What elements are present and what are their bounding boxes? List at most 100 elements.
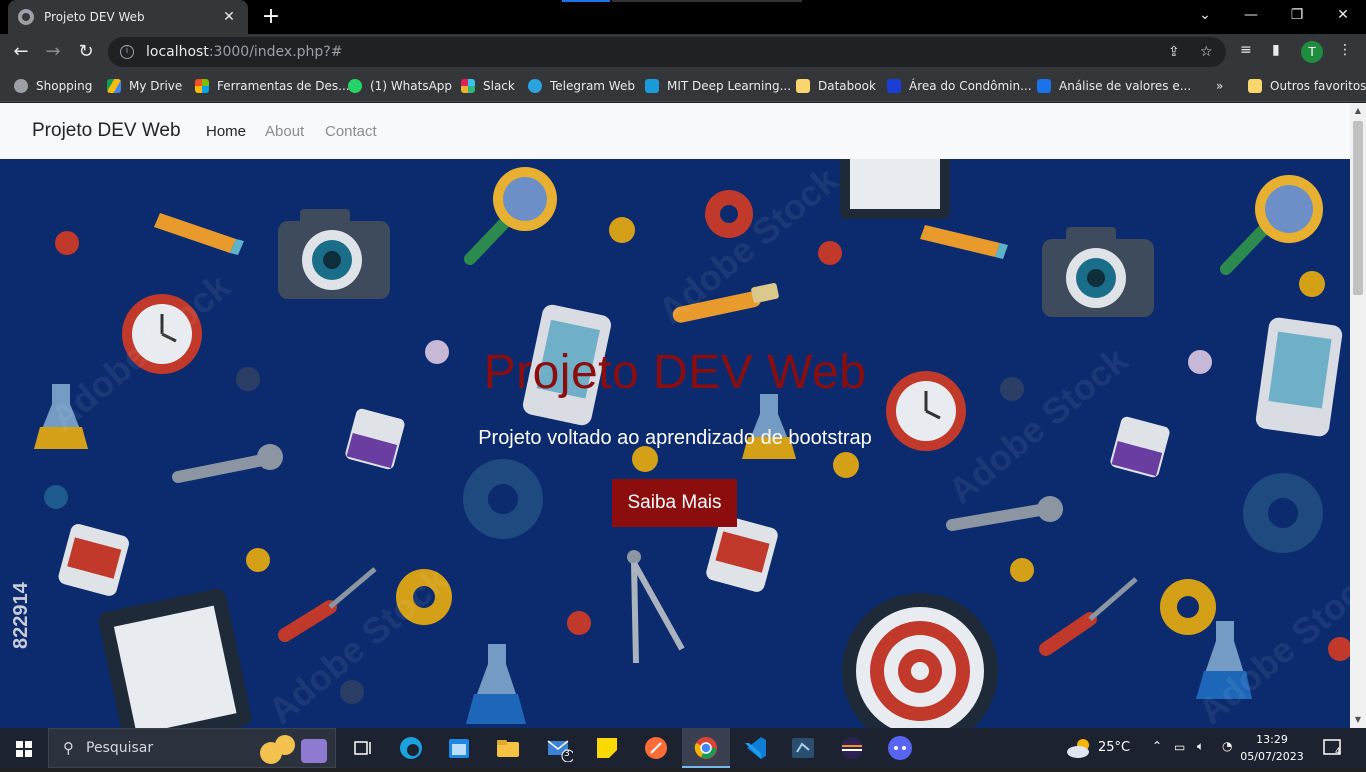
stock-image-id: 822914 bbox=[10, 582, 32, 649]
gear-icon bbox=[1243, 473, 1323, 553]
browser-toolbar: ← → ↻ i localhost:3000/index.php?# ⇪ ☆ ≡… bbox=[0, 34, 1366, 70]
dartboard-icon bbox=[842, 593, 998, 728]
share-icon[interactable]: ⇪ bbox=[1168, 44, 1180, 60]
scroll-up-arrow-icon[interactable]: ▲ bbox=[1350, 103, 1366, 119]
telegram-icon bbox=[528, 79, 542, 93]
url-host: localhost bbox=[146, 44, 209, 60]
wifi-icon[interactable]: ◔ bbox=[1222, 739, 1232, 753]
bookmark-mit-deep-learning[interactable]: MIT Deep Learning... bbox=[645, 77, 791, 95]
camera-icon bbox=[278, 209, 390, 299]
bookmark-shopping[interactable]: Shopping bbox=[14, 77, 92, 95]
search-icon: ⚲ bbox=[63, 739, 74, 757]
scroll-thumb[interactable] bbox=[1353, 121, 1363, 295]
building-icon bbox=[887, 79, 901, 93]
saiba-mais-button[interactable]: Saiba Mais bbox=[612, 479, 737, 527]
tab-search-button[interactable]: ⌄ bbox=[1182, 0, 1228, 30]
bookmark-databook[interactable]: Databook bbox=[796, 77, 876, 95]
taskbar-clock[interactable]: 13:29 05/07/2023 bbox=[1240, 731, 1304, 765]
bookmark-telegram[interactable]: Telegram Web bbox=[528, 77, 635, 95]
search-placeholder: Pesquisar bbox=[86, 740, 154, 756]
notifications-count: 4 bbox=[1335, 747, 1341, 757]
nav-link-home[interactable]: Home bbox=[206, 123, 246, 140]
bookmark-my-drive[interactable]: My Drive bbox=[107, 77, 182, 95]
bookmark-slack[interactable]: Slack bbox=[461, 77, 515, 95]
url-path: :3000/index.php?# bbox=[208, 44, 343, 60]
windows-logo-icon bbox=[16, 741, 32, 757]
sticky-notes-icon[interactable] bbox=[593, 734, 621, 762]
minimize-button[interactable]: — bbox=[1228, 0, 1274, 30]
page-scrollbar[interactable]: ▲ ▼ bbox=[1350, 103, 1366, 728]
screwdriver-icon bbox=[1039, 577, 1138, 656]
navbar-brand[interactable]: Projeto DEV Web bbox=[32, 120, 181, 142]
profile-avatar[interactable]: T bbox=[1301, 41, 1323, 63]
folder-icon bbox=[796, 79, 810, 93]
side-panel-icon[interactable]: ▮ bbox=[1272, 42, 1280, 58]
globe-icon bbox=[18, 9, 34, 25]
eclipse-icon[interactable] bbox=[838, 734, 866, 762]
bookmark-other-favorites[interactable]: Outros favoritos bbox=[1248, 77, 1366, 95]
gear-icon bbox=[463, 459, 543, 539]
bookmarks-bar: Shopping My Drive Ferramentas de Des... … bbox=[0, 70, 1366, 102]
magnifier-icon bbox=[1220, 175, 1323, 275]
hero-section: Adobe Stock Adobe Stock Adobe Stock Adob… bbox=[0, 159, 1350, 728]
new-tab-button[interactable]: + bbox=[258, 4, 284, 30]
chrome-icon[interactable] bbox=[692, 734, 720, 762]
bookmark-whatsapp[interactable]: (1) WhatsApp bbox=[348, 77, 452, 95]
media-control-icon[interactable]: ≡ bbox=[1240, 42, 1252, 58]
discord-icon[interactable] bbox=[886, 734, 914, 762]
bookmark-ferramentas[interactable]: Ferramentas de Des... bbox=[195, 77, 350, 95]
svg-text:Adobe Stock: Adobe Stock bbox=[1190, 558, 1350, 728]
pill-bottle-icon bbox=[58, 524, 129, 596]
edge-icon[interactable] bbox=[397, 734, 425, 762]
clock-date: 05/07/2023 bbox=[1240, 750, 1304, 763]
tablet-icon bbox=[840, 159, 950, 219]
mysql-workbench-icon[interactable] bbox=[789, 734, 817, 762]
site-info-icon[interactable]: i bbox=[120, 45, 134, 59]
video-icon bbox=[1037, 79, 1051, 93]
volume-icon[interactable]: 🔈︎ bbox=[1197, 739, 1204, 754]
close-window-button[interactable]: ✕ bbox=[1320, 0, 1366, 30]
mail-badge: 3 bbox=[564, 749, 570, 759]
tab-indicator bbox=[562, 0, 610, 2]
bookmarks-overflow-button[interactable]: » bbox=[1216, 77, 1223, 95]
nav-link-contact[interactable]: Contact bbox=[325, 123, 377, 140]
bookmark-area-condominio[interactable]: Área do Condômin... bbox=[887, 77, 1032, 95]
whatsapp-icon bbox=[348, 79, 362, 93]
browser-tab-strip: Projeto DEV Web ✕ + ⌄ — ❐ ✕ bbox=[0, 0, 1366, 34]
site-navbar: Projeto DEV Web Home About Contact bbox=[0, 103, 1350, 159]
search-highlight-image bbox=[257, 731, 331, 767]
globe-icon bbox=[14, 79, 28, 93]
taskbar-search[interactable]: ⚲ Pesquisar bbox=[48, 728, 336, 768]
tray-chevron-up-icon[interactable]: ⌃ bbox=[1152, 739, 1162, 753]
weather-temperature[interactable]: 25°C bbox=[1098, 740, 1130, 755]
menu-kebab-icon[interactable]: ⋮ bbox=[1338, 42, 1352, 58]
microsoft-icon bbox=[195, 79, 209, 93]
battery-icon[interactable]: ▭ bbox=[1174, 740, 1185, 754]
web-page: Projeto DEV Web Home About Contact Adobe… bbox=[0, 103, 1350, 728]
address-bar[interactable]: i localhost:3000/index.php?# ⇪ ☆ bbox=[108, 37, 1226, 67]
reload-icon[interactable]: ↻ bbox=[73, 39, 99, 65]
hero-subtitle: Projeto voltado ao aprendizado de bootst… bbox=[478, 427, 872, 449]
bookmark-analise-valores[interactable]: Análise de valores e... bbox=[1037, 77, 1191, 95]
vscode-icon[interactable] bbox=[741, 734, 769, 762]
pencil-icon bbox=[154, 213, 244, 255]
bookmark-star-icon[interactable]: ☆ bbox=[1200, 44, 1213, 60]
calendar-icon[interactable] bbox=[445, 734, 473, 762]
postman-icon[interactable] bbox=[642, 734, 670, 762]
file-explorer-icon[interactable] bbox=[494, 734, 522, 762]
forward-arrow-icon[interactable]: → bbox=[40, 39, 66, 65]
task-view-icon[interactable] bbox=[349, 734, 377, 762]
browser-tab[interactable]: Projeto DEV Web ✕ bbox=[8, 0, 248, 34]
nav-link-about[interactable]: About bbox=[265, 123, 304, 140]
start-button[interactable] bbox=[0, 728, 48, 768]
magnifier-icon bbox=[464, 167, 557, 265]
mail-icon[interactable]: 3 bbox=[545, 734, 575, 763]
restore-button[interactable]: ❐ bbox=[1274, 0, 1320, 30]
hero-title: Projeto DEV Web bbox=[483, 346, 867, 399]
scroll-down-arrow-icon[interactable]: ▼ bbox=[1350, 712, 1366, 728]
camera-icon bbox=[1042, 227, 1154, 317]
weather-cloud-icon[interactable] bbox=[1066, 737, 1092, 763]
back-arrow-icon[interactable]: ← bbox=[8, 39, 34, 65]
compass-tool-icon bbox=[627, 550, 685, 664]
close-tab-icon[interactable]: ✕ bbox=[220, 9, 238, 25]
